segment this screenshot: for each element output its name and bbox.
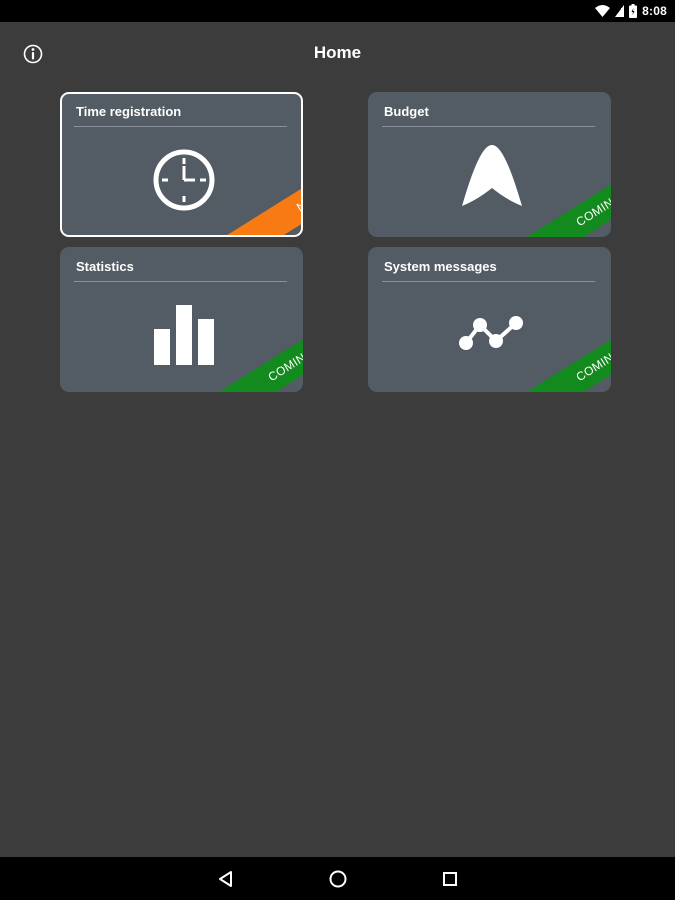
divider (74, 126, 287, 127)
wifi-icon (595, 5, 611, 17)
divider (382, 281, 595, 282)
back-icon (219, 871, 232, 887)
page-title: Home (313, 43, 362, 62)
home-button[interactable] (326, 867, 350, 891)
back-button[interactable] (214, 867, 238, 891)
tile-system-messages[interactable]: System messages COMING SOON (368, 247, 611, 392)
navigation-bar (0, 857, 675, 900)
bar-chart-icon (154, 305, 214, 365)
tile-title: System messages (384, 259, 497, 274)
budget-icon (462, 145, 522, 206)
tile-statistics[interactable]: Statistics COMING SOON (60, 247, 303, 392)
tile-title: Budget (384, 104, 429, 119)
tile-time-registration[interactable]: Time registration NEW (60, 92, 303, 237)
status-bar: 8:08 (0, 0, 675, 22)
status-time: 8:08 (642, 4, 667, 18)
tile-title: Time registration (76, 104, 182, 119)
app-bar: Home (0, 22, 675, 84)
signal-icon (615, 5, 625, 17)
divider (382, 126, 595, 127)
divider (74, 281, 287, 282)
clock-icon (153, 149, 215, 211)
recents-icon (443, 872, 457, 886)
tile-budget[interactable]: Budget COMING SOON (368, 92, 611, 237)
home-icon (329, 870, 347, 888)
tile-title: Statistics (76, 259, 134, 274)
battery-icon (629, 4, 638, 18)
status-icons: 8:08 (595, 3, 667, 19)
recents-button[interactable] (438, 867, 462, 891)
graph-nodes-icon (459, 316, 523, 350)
